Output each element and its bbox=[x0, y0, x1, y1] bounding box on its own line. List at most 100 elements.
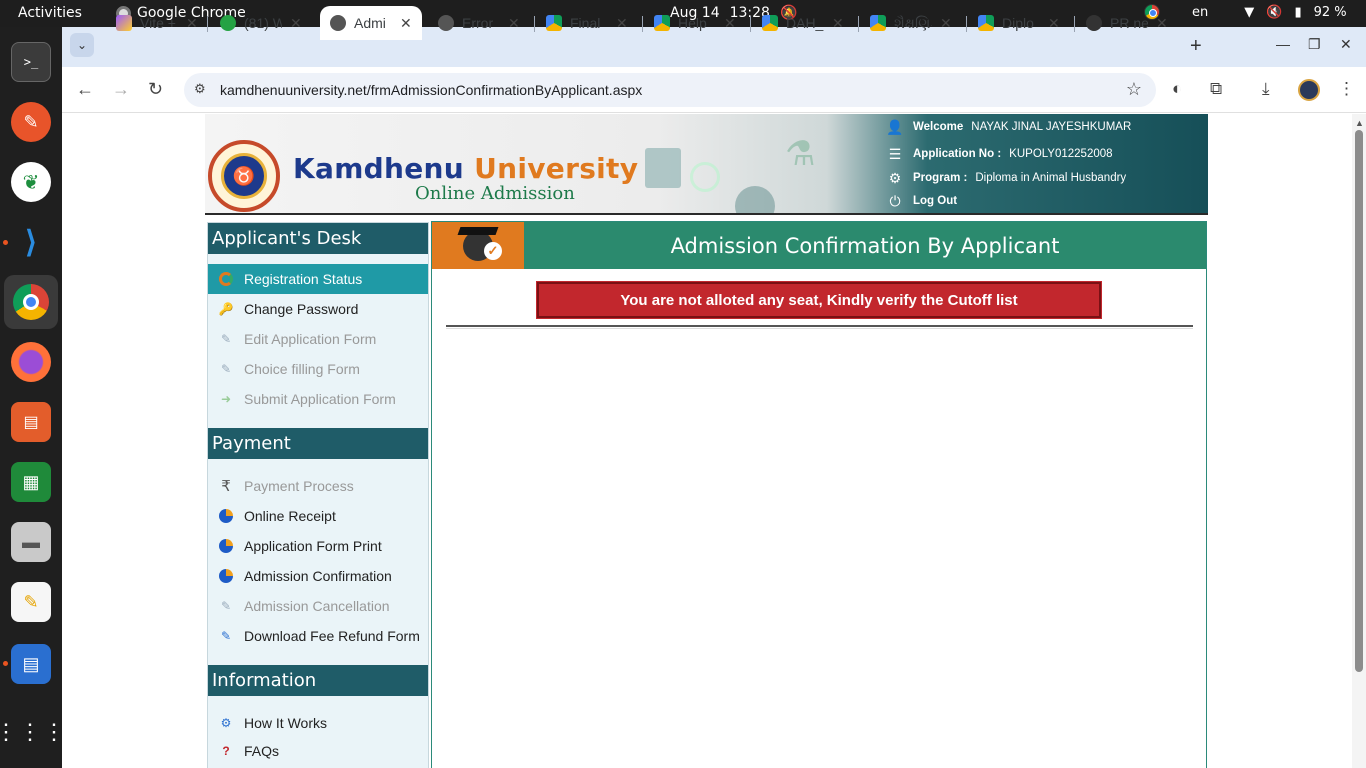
wifi-icon: ▼ bbox=[1244, 4, 1255, 20]
sidebar-item-admission-confirmation[interactable]: Admission Confirmation bbox=[208, 561, 428, 591]
welcome-row: 👤 Welcome NAYAK JINAL JAYESHKUMAR bbox=[885, 117, 1131, 137]
close-tab-icon[interactable]: ✕ bbox=[1156, 15, 1168, 32]
openai-favicon-icon bbox=[1086, 15, 1102, 31]
edit-form-icon: ✎ bbox=[220, 629, 232, 643]
sidebar-item-how-it-works[interactable]: ⚙ How It Works bbox=[208, 708, 428, 738]
sidebar-item-faqs[interactable]: ? FAQs bbox=[208, 738, 428, 764]
no-seat-alert: You are not alloted any seat, Kindly ver… bbox=[536, 281, 1102, 319]
sidebar-item-admission-cancellation[interactable]: ✎ Admission Cancellation bbox=[208, 591, 428, 621]
sidebar-item-choice-filling-form[interactable]: ✎ Choice filling Form bbox=[208, 354, 428, 384]
sidebar-item-application-form-print[interactable]: Application Form Print bbox=[208, 531, 428, 561]
drive-favicon-icon bbox=[870, 15, 886, 31]
chrome-dock-icon[interactable] bbox=[4, 275, 58, 329]
arrow-circle-icon: ➜ bbox=[220, 392, 232, 406]
menu-kebab-icon[interactable]: ⋮ bbox=[1338, 79, 1355, 99]
sidebar-item-payment-process[interactable]: ₹ Payment Process bbox=[208, 471, 428, 501]
tab-admission[interactable]: Admi ✕ bbox=[320, 6, 422, 40]
restore-icon[interactable]: ❐ bbox=[1308, 36, 1321, 53]
close-tab-icon[interactable]: ✕ bbox=[186, 15, 198, 32]
close-tab-icon[interactable]: ✕ bbox=[508, 15, 520, 32]
postman-icon[interactable]: ✎ bbox=[11, 102, 51, 142]
firefox-icon[interactable] bbox=[11, 342, 51, 382]
close-tab-icon[interactable]: ✕ bbox=[616, 15, 628, 32]
impress-icon[interactable]: ▤ bbox=[11, 402, 51, 442]
tab-gujarati[interactable]: શૈક્ષણિક✕ bbox=[860, 6, 952, 40]
extensions-puzzle-icon[interactable]: ⧉ bbox=[1210, 79, 1222, 99]
scroll-thumb[interactable] bbox=[1355, 130, 1363, 672]
activities-button[interactable]: Activities bbox=[18, 5, 82, 21]
pie-chart-icon bbox=[218, 568, 234, 584]
address-bar[interactable]: ⚙ kamdhenuuniversity.net/frmAdmissionCon… bbox=[184, 73, 1156, 107]
university-logo: ♉ bbox=[208, 140, 280, 212]
information-heading: Information bbox=[208, 665, 428, 696]
close-tab-icon[interactable]: ✕ bbox=[940, 15, 952, 32]
sidebar-item-registration-status[interactable]: Registration Status bbox=[208, 264, 428, 294]
tab-error[interactable]: Error ✕ bbox=[428, 6, 520, 40]
tab-pr[interactable]: PR ne ✕ bbox=[1076, 6, 1168, 40]
writer-icon[interactable]: ▤ bbox=[11, 644, 51, 684]
tab-final[interactable]: Final ✕ bbox=[536, 6, 628, 40]
back-icon[interactable]: ← bbox=[76, 79, 94, 100]
dock: >_ ✎ ❦ ⟩ ▤ ▦ ▬ ✎ ▤ ⋮⋮⋮ bbox=[0, 27, 65, 768]
page-viewport: ⚗ ♉ Kamdhenu University Online Admission… bbox=[62, 114, 1352, 768]
terminal-icon[interactable]: >_ bbox=[11, 42, 51, 82]
running-indicator bbox=[3, 240, 8, 245]
bookmark-star-icon[interactable]: ☆ bbox=[1126, 79, 1142, 100]
sidebar-item-online-receipt[interactable]: Online Receipt bbox=[208, 501, 428, 531]
tab-whatsapp[interactable]: (81) W ✕ bbox=[210, 6, 302, 40]
reload-icon[interactable]: ↻ bbox=[148, 79, 163, 100]
minimize-icon[interactable]: — bbox=[1276, 36, 1290, 52]
profile-avatar[interactable] bbox=[1298, 79, 1320, 101]
forward-icon[interactable]: → bbox=[112, 79, 130, 100]
close-tab-icon[interactable]: ✕ bbox=[724, 15, 736, 32]
cow-emblem-icon: ♉ bbox=[221, 153, 267, 199]
page-title: Admission Confirmation By Applicant bbox=[524, 222, 1206, 269]
close-tab-icon[interactable]: ✕ bbox=[832, 15, 844, 32]
close-window-icon[interactable]: ✕ bbox=[1340, 36, 1352, 53]
notebook-decoration-icon bbox=[645, 148, 681, 188]
scroll-up-arrow-icon[interactable]: ▲ bbox=[1355, 118, 1364, 128]
show-apps-icon[interactable]: ⋮⋮⋮ bbox=[0, 712, 65, 752]
download-icon[interactable]: ⤓ bbox=[1262, 79, 1270, 99]
globe-favicon-icon bbox=[438, 15, 454, 31]
edit-form-icon: ✎ bbox=[220, 332, 232, 346]
sidebar-item-change-password[interactable]: 🔑 Change Password bbox=[208, 294, 428, 324]
main-header: ✓ Admission Confirmation By Applicant bbox=[432, 222, 1206, 269]
extension-color-icon[interactable]: ◐ bbox=[1172, 79, 1182, 99]
header-banner: ⚗ ♉ Kamdhenu University Online Admission… bbox=[205, 114, 1208, 215]
url-text[interactable]: kamdhenuuniversity.net/frmAdmissionConfi… bbox=[220, 82, 642, 98]
status-ring-icon bbox=[218, 271, 234, 287]
files-icon[interactable]: ▬ bbox=[11, 522, 51, 562]
close-tab-icon[interactable]: ✕ bbox=[1048, 15, 1060, 32]
site-settings-icon[interactable]: ⚙ bbox=[194, 81, 210, 97]
edit-form-icon: ✎ bbox=[220, 362, 232, 376]
power-icon: ⏻ bbox=[889, 192, 901, 209]
tab-vite[interactable]: Vite + ✕ bbox=[106, 6, 198, 40]
gear-icon: ⚙ bbox=[888, 169, 902, 186]
sidebar-item-submit-application-form[interactable]: ➜ Submit Application Form bbox=[208, 384, 428, 414]
sidebar-item-edit-application-form[interactable]: ✎ Edit Application Form bbox=[208, 324, 428, 354]
globe-favicon-icon bbox=[330, 15, 346, 31]
system-tray[interactable]: en ▼ 🔇 ▮ 92 % bbox=[1144, 4, 1347, 20]
mongodb-compass-icon[interactable]: ❦ bbox=[11, 162, 51, 202]
logout-link[interactable]: ⏻ Log Out bbox=[885, 191, 965, 211]
payment-heading: Payment bbox=[208, 428, 428, 459]
sidebar-item-download-fee-refund-form[interactable]: ✎ Download Fee Refund Form bbox=[208, 621, 428, 651]
globe-decoration-icon bbox=[735, 186, 775, 213]
close-tab-icon[interactable]: ✕ bbox=[400, 15, 412, 32]
tab-search-icon[interactable]: ⌄ bbox=[70, 33, 94, 57]
tab-help[interactable]: Help ✕ bbox=[644, 6, 736, 40]
sidebar: Applicant's Desk Registration Status 🔑 C… bbox=[207, 222, 429, 768]
language-indicator[interactable]: en bbox=[1192, 5, 1208, 20]
tab-dah[interactable]: DAH_ ✕ bbox=[752, 6, 844, 40]
vscode-icon[interactable]: ⟩ bbox=[11, 222, 51, 262]
new-tab-button[interactable]: + bbox=[1190, 35, 1202, 58]
tab-diploma[interactable]: Diplo ✕ bbox=[968, 6, 1060, 40]
brand-title: Kamdhenu University bbox=[293, 152, 639, 185]
vite-favicon-icon bbox=[116, 15, 132, 31]
close-tab-icon[interactable]: ✕ bbox=[290, 15, 302, 32]
page-scrollbar[interactable]: ▲ bbox=[1352, 114, 1366, 768]
text-editor-icon[interactable]: ✎ bbox=[11, 582, 51, 622]
calc-icon[interactable]: ▦ bbox=[11, 462, 51, 502]
user-icon: 👤 bbox=[886, 118, 904, 135]
